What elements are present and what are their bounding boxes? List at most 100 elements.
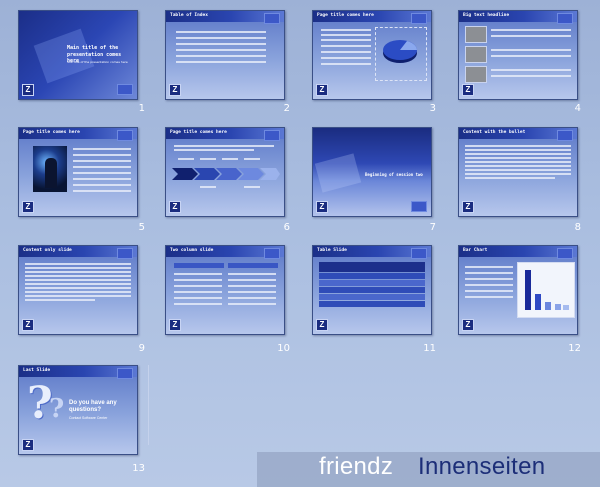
paragraph-line	[25, 263, 131, 265]
slide-thumbnail-9[interactable]: Content only slide Z	[18, 245, 138, 335]
slide-8-title: Content with the bullet	[463, 130, 526, 135]
slide-corner-square	[264, 130, 280, 141]
column-header-left	[174, 263, 224, 268]
table-header-row	[319, 262, 425, 272]
slide-number-11: 11	[423, 343, 436, 354]
slide-11-title: Table Slide	[317, 248, 347, 253]
slide-thumbnail-6[interactable]: Page title comes here Z	[165, 127, 285, 217]
row-separator	[148, 365, 149, 445]
bullet-line	[321, 29, 371, 31]
table-row	[319, 301, 425, 307]
z-logo-icon: Z	[316, 84, 328, 96]
index-line	[176, 55, 266, 57]
slide-thumbnail-10[interactable]: Two column slide Z	[165, 245, 285, 335]
paragraph-line	[25, 275, 131, 277]
slide-7-title: Beginning of session two	[365, 172, 423, 177]
slide-number-1: 1	[138, 103, 145, 114]
slide-1-corner-square	[117, 84, 133, 95]
step-label	[244, 158, 260, 160]
step-label	[200, 186, 216, 188]
slide-thumbnail-11[interactable]: Table Slide Z	[312, 245, 432, 335]
slide-thumbnail-7[interactable]: Beginning of session two Z	[312, 127, 432, 217]
process-arrows-icon	[172, 168, 280, 180]
slide-1-subtitle: Sub title of the presentation comes here	[67, 60, 128, 64]
bullet-line	[73, 154, 131, 156]
z-logo-icon: Z	[316, 201, 328, 213]
right-column-line	[228, 303, 276, 305]
paragraph-line	[25, 295, 131, 297]
slide-corner-square	[411, 201, 427, 212]
slide-corner-square	[411, 13, 427, 24]
bullet-line	[465, 145, 571, 147]
image-placeholder	[465, 66, 487, 83]
person-silhouette	[45, 158, 57, 188]
right-column-line	[228, 273, 276, 275]
bullet-line	[465, 284, 513, 286]
z-logo-icon: Z	[169, 84, 181, 96]
left-column-line	[174, 273, 222, 275]
chart-bar	[545, 302, 551, 310]
chart-bar	[525, 270, 531, 310]
slide-thumbnail-4[interactable]: Big text headline Z	[458, 10, 578, 100]
slide-corner-square	[557, 248, 573, 259]
slide-number-12: 12	[568, 343, 581, 354]
text-line	[491, 75, 571, 77]
paragraph-line	[25, 271, 131, 273]
left-column-line	[174, 279, 222, 281]
slide-7-texture	[314, 153, 362, 193]
slide-thumbnail-3[interactable]: Page title comes here Z	[312, 10, 432, 100]
slide-thumbnail-12[interactable]: Bar Chart Z	[458, 245, 578, 335]
slide-corner-square	[411, 248, 427, 259]
slide-number-3: 3	[429, 103, 436, 114]
left-column-line	[174, 285, 222, 287]
z-logo-icon: Z	[22, 201, 34, 213]
paragraph-line	[25, 287, 131, 289]
slide-thumbnail-13[interactable]: Last Slide ? ? Do you have any questions…	[18, 365, 138, 455]
bullet-line	[465, 278, 513, 280]
bullet-line	[73, 178, 131, 180]
brand-name: friendz	[319, 453, 394, 480]
z-logo-icon: Z	[22, 319, 34, 331]
step-label	[244, 186, 260, 188]
bullet-line	[465, 272, 513, 274]
slide-10-title: Two column slide	[170, 248, 214, 253]
chart-bar	[555, 304, 561, 310]
table-row	[319, 287, 425, 293]
slide-number-8: 8	[574, 222, 581, 233]
intro-line	[174, 149, 254, 151]
text-line	[491, 29, 571, 31]
slide-number-9: 9	[138, 343, 145, 354]
bullet-line	[321, 63, 371, 65]
question-mark-small: ?	[49, 394, 65, 424]
paragraph-line	[25, 279, 131, 281]
slide-number-10: 10	[277, 343, 290, 354]
table-row	[319, 273, 425, 279]
bullet-line	[321, 34, 371, 36]
slide-thumbnail-8[interactable]: Content with the bullet Z	[458, 127, 578, 217]
slide-corner-square	[117, 130, 133, 141]
paragraph-line	[25, 283, 131, 285]
step-label	[200, 158, 216, 160]
image-placeholder	[465, 26, 487, 43]
right-column-line	[228, 279, 276, 281]
slide-thumbnail-2[interactable]: Table of Index Z	[165, 10, 285, 100]
slide-2-title: Table of Index	[170, 13, 208, 18]
z-logo-icon: Z	[316, 319, 328, 331]
bullet-line	[465, 296, 513, 298]
slide-13-title: Last Slide	[23, 368, 51, 373]
slide-thumbnail-1[interactable]: Main title of the presentation comes her…	[18, 10, 138, 100]
bullet-line	[73, 166, 131, 168]
bullet-line	[465, 266, 513, 268]
slide-thumbnail-5[interactable]: Page title comes here Z	[18, 127, 138, 217]
bullet-line	[465, 153, 571, 155]
index-line	[176, 61, 266, 63]
slide-12-title: Bar Chart	[463, 248, 488, 253]
left-column-line	[174, 297, 222, 299]
z-logo-icon: Z	[22, 439, 34, 451]
slide-corner-square	[557, 13, 573, 24]
bullet-line	[465, 173, 571, 175]
z-logo-icon: Z	[169, 319, 181, 331]
slide-number-13: 13	[132, 463, 145, 474]
slide-5-title: Page title comes here	[23, 130, 80, 135]
right-column-line	[228, 291, 276, 293]
